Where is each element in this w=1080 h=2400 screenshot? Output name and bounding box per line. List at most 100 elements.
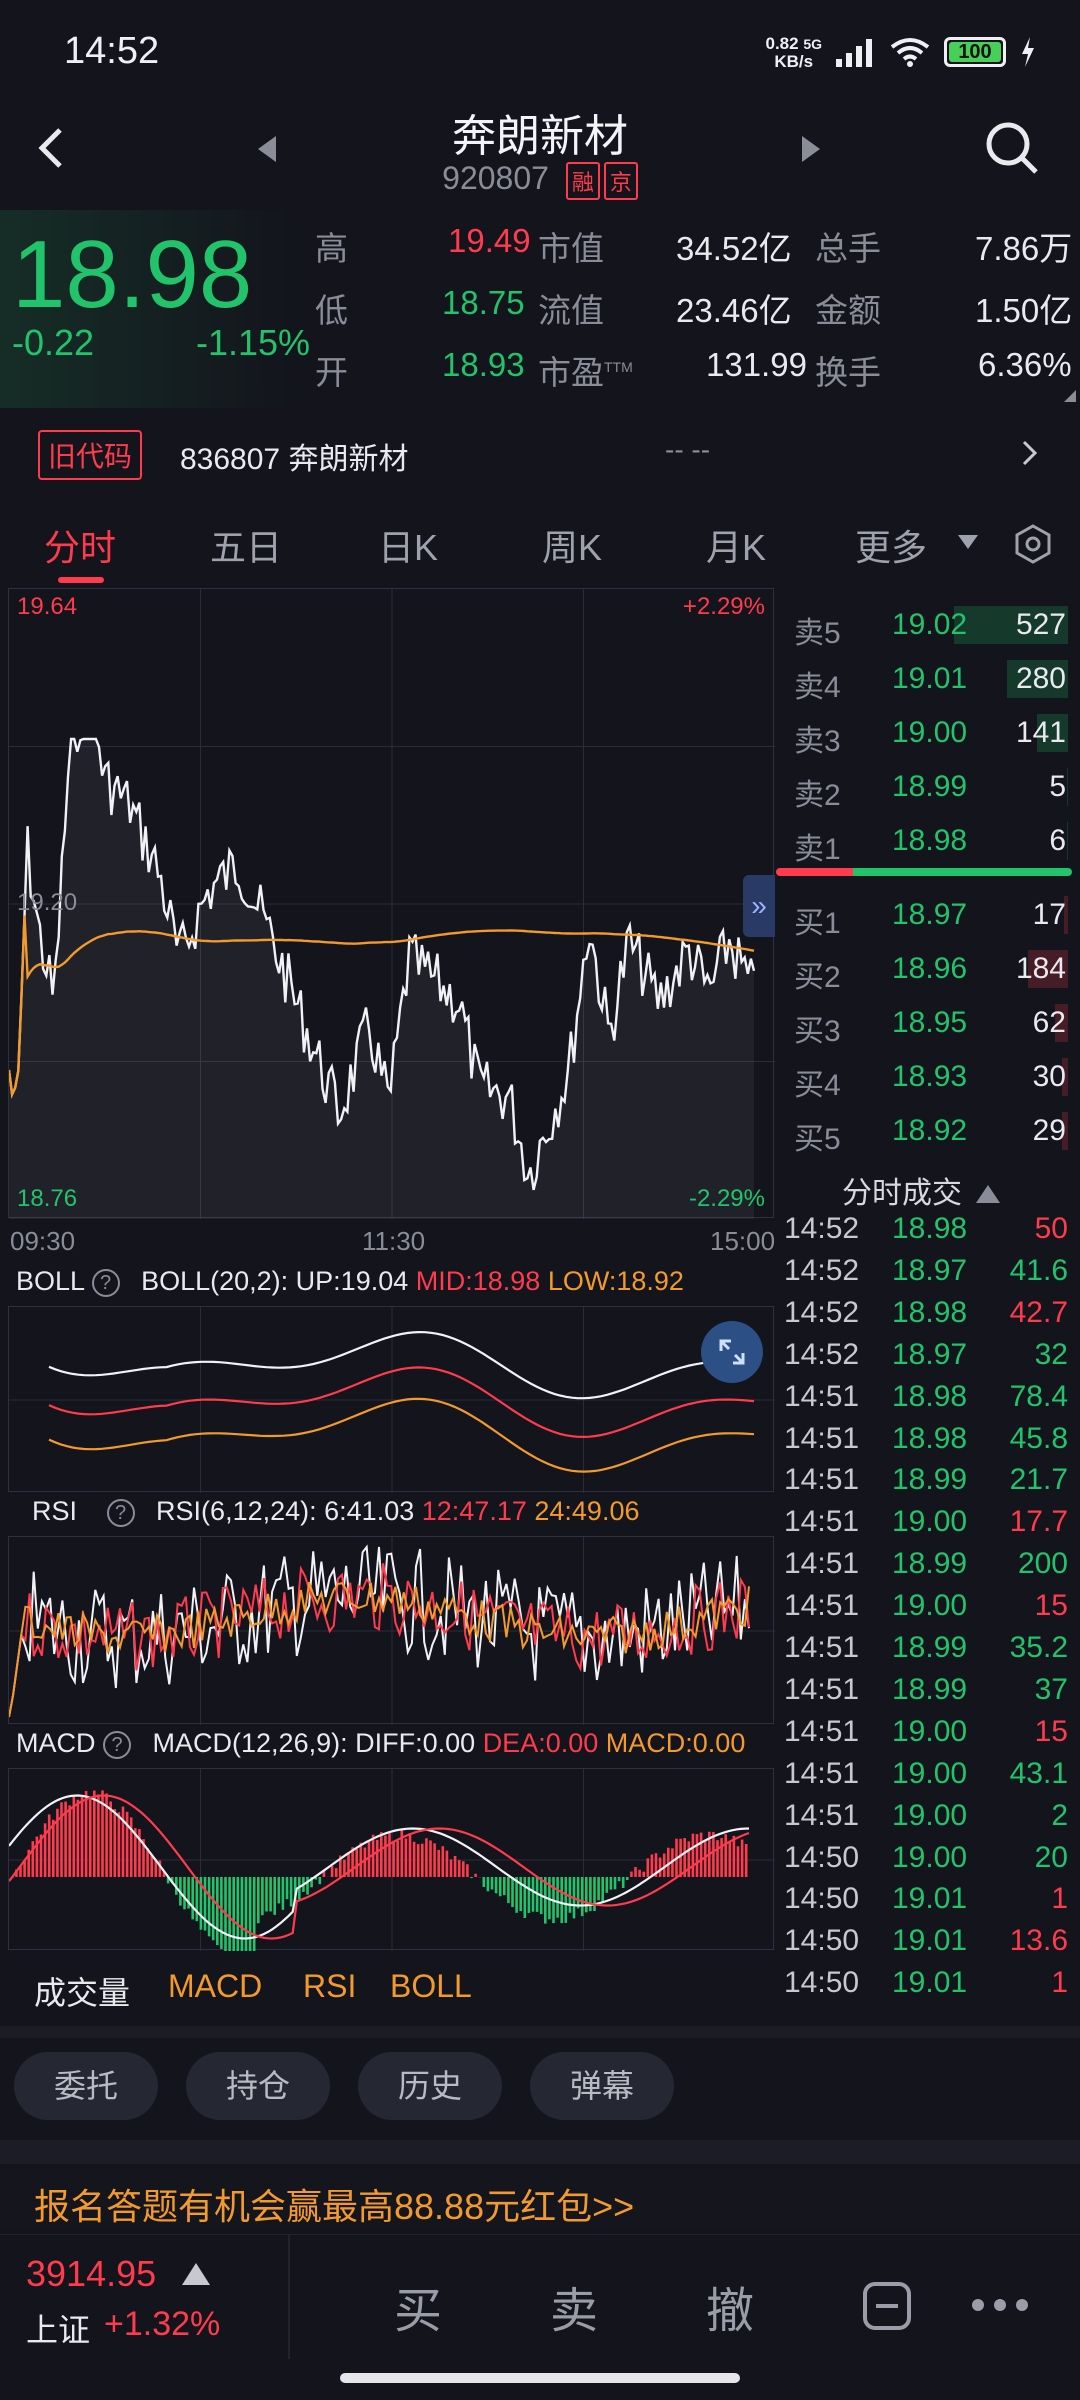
more-options-icon[interactable]: [970, 2297, 1030, 2313]
float-label: 流值: [538, 292, 604, 329]
rsi-help-icon[interactable]: ?: [106, 1498, 135, 1527]
next-stock-icon[interactable]: [800, 136, 820, 162]
tick-time: 14:51: [784, 1756, 860, 1790]
rsi-params: RSI(6,12,24):: [156, 1496, 317, 1526]
tab-monthly-k[interactable]: 月K: [706, 519, 766, 571]
boll-label: BOLL: [16, 1266, 85, 1296]
indicator-tab-rsi[interactable]: RSI: [303, 1968, 356, 2005]
macd-bar-positive: [375, 1839, 379, 1877]
macd-bar-positive: [474, 1873, 477, 1877]
macd-bar-positive: [724, 1834, 727, 1877]
macd-bar-positive: [52, 1819, 55, 1877]
bid-volume: 30: [1032, 1060, 1066, 1093]
macd-bar-negative: [576, 1877, 580, 1909]
ask-volume: 280: [1015, 662, 1066, 695]
ask-level-label: 卖2: [794, 779, 841, 812]
ask-row[interactable]: 卖2 18.99 5: [780, 762, 1072, 812]
fullscreen-button[interactable]: [701, 1321, 763, 1383]
macd-chart[interactable]: [8, 1768, 775, 1951]
ask-price: 18.99: [892, 770, 968, 803]
macd-bar-positive: [380, 1832, 383, 1877]
macd-bar-negative: [531, 1877, 535, 1912]
expand-orderbook-icon[interactable]: »: [743, 875, 775, 937]
macd-bar-positive: [462, 1861, 465, 1877]
tab-more[interactable]: 更多: [855, 519, 927, 571]
macd-bar-negative: [482, 1877, 486, 1888]
macd-bar-positive: [392, 1840, 395, 1877]
pill-history[interactable]: 历史: [358, 2052, 502, 2120]
boll-plot: [9, 1307, 775, 1493]
tick-volume: 17.7: [1009, 1505, 1068, 1539]
tick-row: 14:51 19.00 17.7: [780, 1501, 1072, 1541]
indicator-tab-boll[interactable]: BOLL: [390, 1968, 472, 2005]
tab-daily-k[interactable]: 日K: [378, 519, 438, 571]
macd-bar-positive: [429, 1840, 432, 1877]
tick-price: 19.01: [892, 1882, 968, 1916]
boll-chart[interactable]: [8, 1306, 775, 1493]
ask-row[interactable]: 卖4 19.01 280: [780, 654, 1072, 704]
rsi12-line: [9, 1563, 750, 1718]
sell-button[interactable]: 卖: [550, 2271, 598, 2341]
indicator-tab-volume[interactable]: 成交量: [34, 1968, 130, 2014]
boll-help-icon[interactable]: ?: [91, 1268, 120, 1297]
macd-bar-negative: [289, 1877, 293, 1907]
intraday-plot: [9, 589, 775, 1219]
tick-volume: 78.4: [1009, 1379, 1068, 1413]
pill-positions[interactable]: 持仓: [186, 2052, 330, 2120]
bid-row[interactable]: 买5 18.92 29: [780, 1106, 1072, 1156]
tick-row: 14:52 18.97 32: [780, 1334, 1072, 1374]
macd-bar-positive: [650, 1854, 654, 1877]
bid-row[interactable]: 买1 18.97 17: [780, 890, 1072, 940]
search-icon[interactable]: [984, 120, 1040, 176]
rsi-header: RSI ? RSI(6,12,24): 6:41.03 12:47.17 24:…: [32, 1496, 792, 1536]
macd-bar-negative: [593, 1877, 596, 1912]
last-price: 18.98: [12, 221, 253, 328]
macd-bar-positive: [421, 1843, 424, 1877]
tick-time: 14:51: [784, 1631, 860, 1664]
tick-volume: 35.2: [1009, 1631, 1068, 1664]
wifi-icon: [890, 38, 930, 67]
buy-button[interactable]: 买: [394, 2271, 442, 2341]
macd-bar-positive: [396, 1840, 399, 1877]
bid-row[interactable]: 买2 18.96 184: [780, 944, 1072, 994]
pill-orders[interactable]: 委托: [14, 2052, 158, 2120]
ask-row[interactable]: 卖1 18.98 6: [780, 816, 1072, 866]
macd-bar-positive: [146, 1848, 149, 1877]
macd-help-icon[interactable]: ?: [103, 1730, 132, 1759]
ticks-title[interactable]: 分时成交: [842, 1168, 1001, 1212]
indicator-tab-macd[interactable]: MACD: [168, 1968, 262, 2005]
macd-bar-positive: [634, 1867, 637, 1877]
promo-banner[interactable]: 报名答题有机会赢最高88.88元红包>>: [0, 2168, 1080, 2230]
old-code-row[interactable]: 旧代码 836807 奔朗新材 -- --: [0, 420, 1080, 486]
tick-price: 19.01: [892, 1966, 968, 2000]
tab-five-day[interactable]: 五日: [210, 519, 282, 571]
cancel-button[interactable]: 撤: [706, 2271, 754, 2341]
macd-bar-negative: [240, 1877, 244, 1951]
tick-volume: 20: [1034, 1840, 1068, 1874]
macd-bar-positive: [60, 1802, 63, 1877]
bid-row[interactable]: 买4 18.93 30: [780, 1052, 1072, 1102]
bid-row[interactable]: 买3 18.95 62: [780, 998, 1072, 1048]
tick-row: 14:50 19.01 1: [780, 1962, 1072, 2002]
pill-danmaku[interactable]: 弹幕: [530, 2052, 674, 2120]
tick-price: 18.99: [892, 1672, 968, 1706]
settings-icon[interactable]: [1012, 523, 1054, 565]
ask-row[interactable]: 卖3 19.00 141: [780, 708, 1072, 758]
tick-price: 19.01: [892, 1924, 968, 1958]
minimize-icon[interactable]: [862, 2281, 912, 2331]
expand-corner-icon[interactable]: [1064, 390, 1076, 402]
price-change-pct: -1.15%: [196, 322, 311, 363]
bid-volume: 17: [1032, 898, 1066, 931]
boll-low: LOW:18.92: [547, 1266, 684, 1296]
ask-volume-bar: [1066, 822, 1068, 860]
more-dropdown-icon[interactable]: [958, 535, 978, 549]
ask-row[interactable]: 卖5 19.02 527: [780, 600, 1072, 650]
status-bar: 14:52 0.82 5G KB/s 100: [0, 0, 1080, 100]
tab-intraday[interactable]: 分时: [44, 519, 116, 571]
tab-weekly-k[interactable]: 周K: [542, 519, 602, 571]
amount-value: 1.50亿: [975, 292, 1073, 329]
macd-bar-negative: [195, 1877, 199, 1922]
ask-level-label: 卖1: [794, 833, 841, 866]
rsi-chart[interactable]: [8, 1536, 775, 1725]
intraday-chart[interactable]: 19.64 19.20 18.76 +2.29% -2.29% »: [8, 588, 775, 1219]
